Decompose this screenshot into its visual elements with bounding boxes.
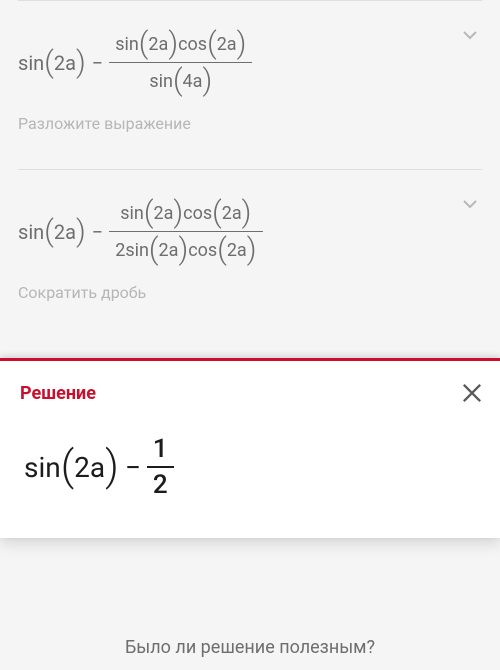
minus-operator: − xyxy=(125,451,141,484)
fraction: sin (2a) cos (2a) sin (4a) xyxy=(109,29,252,96)
minus-operator: − xyxy=(92,220,103,244)
chevron-down-icon xyxy=(458,192,482,216)
close-icon[interactable] xyxy=(458,379,486,407)
step-hint: Разложите выражение xyxy=(18,96,482,151)
fraction: 1 2 xyxy=(147,432,174,502)
feedback-prompt: Было ли решение полезным? xyxy=(0,637,500,658)
fraction: sin (2a) cos (2a) 2 sin (2a) cos (2a) xyxy=(109,198,262,265)
solution-card: Решение sin (2a) − 1 2 xyxy=(0,358,500,538)
step-expression: sin (2a) − sin (2a) cos (2a) sin (4a) xyxy=(18,29,482,96)
solution-title: Решение xyxy=(20,383,480,404)
solution-expression: sin (2a) − 1 2 xyxy=(20,432,480,502)
step-expression: sin (2a) − sin (2a) cos (2a) 2 sin (2a) … xyxy=(18,198,482,265)
solution-step[interactable]: sin (2a) − sin (2a) cos (2a) sin (4a) Ра… xyxy=(18,0,482,169)
minus-operator: − xyxy=(92,51,103,75)
chevron-down-icon xyxy=(458,23,482,47)
solution-steps: sin (2a) − sin (2a) cos (2a) sin (4a) Ра… xyxy=(0,0,500,338)
solution-step[interactable]: sin (2a) − sin (2a) cos (2a) 2 sin (2a) … xyxy=(18,169,482,338)
math-arg: 2a xyxy=(54,51,76,75)
step-hint: Сократить дробь xyxy=(18,265,482,320)
math-fn: sin xyxy=(18,51,44,75)
